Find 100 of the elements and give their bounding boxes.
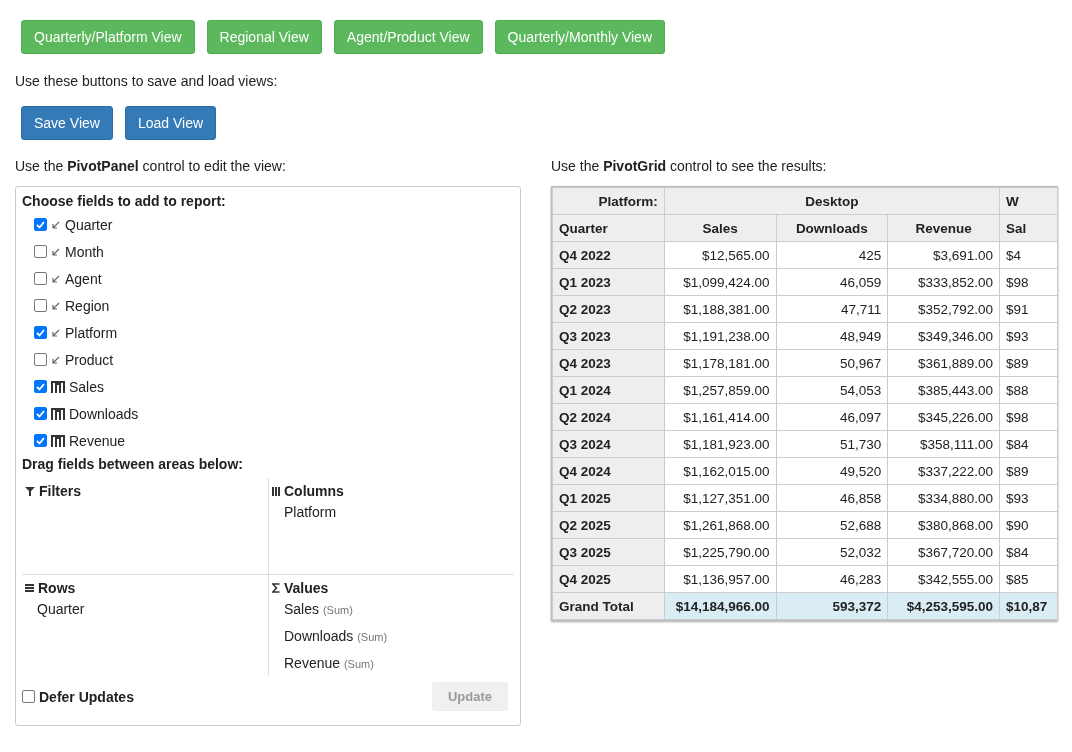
row-header: Q4 2025: [552, 565, 665, 593]
field-label: Sales: [69, 378, 105, 395]
arrow-icon: [51, 246, 61, 257]
table-cell: $358,111.00: [887, 430, 1000, 458]
area-title: Columns: [284, 483, 344, 499]
arrow-icon: [51, 354, 61, 365]
arrow-icon: [51, 273, 61, 284]
table-cell: $4: [999, 241, 1058, 269]
header-cell: Downloads: [776, 214, 888, 242]
table-cell: 52,032: [776, 538, 888, 566]
view-button[interactable]: Quarterly/Monthly View: [494, 20, 665, 54]
table-cell: $337,222.00: [887, 457, 1000, 485]
field-label: Revenue: [69, 432, 126, 449]
table-cell: 46,858: [776, 484, 888, 512]
header-cell: Desktop: [664, 187, 1000, 215]
defer-checkbox[interactable]: [22, 690, 35, 703]
table-cell: $84: [999, 430, 1058, 458]
table-cell: 46,097: [776, 403, 888, 431]
table-cell: $1,191,238.00: [664, 322, 777, 350]
table-cell: $93: [999, 484, 1058, 512]
area-field[interactable]: Downloads (Sum): [272, 624, 511, 651]
table-cell: $352,792.00: [887, 295, 1000, 323]
sigma-icon: [272, 583, 280, 593]
field-checkbox[interactable]: [34, 245, 47, 258]
table-cell: $334,880.00: [887, 484, 1000, 512]
table-cell: $380,868.00: [887, 511, 1000, 539]
view-button[interactable]: Regional View: [206, 20, 322, 54]
table-cell: $1,161,414.00: [664, 403, 777, 431]
table-cell: $1,261,868.00: [664, 511, 777, 539]
area-title: Values: [284, 580, 329, 596]
row-header: Q1 2024: [552, 376, 665, 404]
field-checkbox[interactable]: [34, 272, 47, 285]
row-header: Q2 2023: [552, 295, 665, 323]
area-field[interactable]: Platform: [272, 500, 511, 527]
row-header: Q1 2023: [552, 268, 665, 296]
arrow-icon: [51, 219, 61, 230]
view-button[interactable]: Agent/Product View: [333, 20, 483, 54]
filter-icon: [25, 486, 35, 496]
section-title: Choose fields to add to report:: [22, 192, 227, 211]
field-checkbox[interactable]: [34, 353, 47, 366]
table-cell: $89: [999, 457, 1058, 485]
area-field[interactable]: Quarter: [25, 597, 265, 624]
table-cell: $1,162,015.00: [664, 457, 777, 485]
table-cell: $1,099,424.00: [664, 268, 777, 296]
field-label: Region: [65, 297, 110, 314]
area-field[interactable]: Revenue (Sum): [272, 651, 511, 678]
section-title: Drag fields between areas below:: [22, 455, 244, 474]
area-title: Filters: [39, 483, 81, 499]
total-cell: $14,184,966.00: [664, 592, 777, 620]
table-cell: $367,720.00: [887, 538, 1000, 566]
table-cell: 46,059: [776, 268, 888, 296]
field-label: Month: [65, 243, 104, 260]
field-checkbox[interactable]: [34, 299, 47, 312]
table-cell: $3,691.00: [887, 241, 1000, 269]
instruction-text: Use the PivotGrid control to see the results:: [551, 158, 828, 174]
row-header: Q2 2024: [552, 403, 665, 431]
table-cell: 52,688: [776, 511, 888, 539]
header-cell: Quarter: [552, 214, 665, 242]
view-button[interactable]: Save View: [21, 106, 113, 140]
table-cell: $1,178,181.00: [664, 349, 777, 377]
area-field[interactable]: Sales (Sum): [272, 597, 511, 624]
table-cell: $1,225,790.00: [664, 538, 777, 566]
view-button[interactable]: Quarterly/Platform View: [21, 20, 195, 54]
instruction-text: Use these buttons to save and load views:: [15, 73, 279, 89]
field-checkbox[interactable]: [34, 218, 47, 231]
table-cell: $90: [999, 511, 1058, 539]
row-header: Q2 2025: [552, 511, 665, 539]
table-cell: $1,136,957.00: [664, 565, 777, 593]
table-cell: $361,889.00: [887, 349, 1000, 377]
header-cell: W: [999, 187, 1058, 215]
row-header: Q1 2025: [552, 484, 665, 512]
row-header: Q4 2024: [552, 457, 665, 485]
field-label: Downloads: [69, 405, 139, 422]
checkbox-label: Defer Updates: [39, 688, 134, 705]
rows-icon: [25, 584, 34, 592]
field-label: Agent: [65, 270, 102, 287]
view-button[interactable]: Load View: [124, 106, 217, 140]
table-cell: $98: [999, 268, 1058, 296]
table-cell: 425: [776, 241, 888, 269]
total-cell: $4,253,595.00: [887, 592, 1000, 620]
field-checkbox[interactable]: [34, 326, 47, 339]
header-cell: Platform:: [552, 187, 665, 215]
field-checkbox[interactable]: [34, 380, 47, 393]
arrow-icon: [51, 327, 61, 338]
table-cell: $333,852.00: [887, 268, 1000, 296]
table-cell: $345,226.00: [887, 403, 1000, 431]
table-cell: $84: [999, 538, 1058, 566]
field-label: Quarter: [65, 216, 113, 233]
bar-chart-icon: [51, 407, 65, 420]
row-header: Q3 2024: [552, 430, 665, 458]
row-header: Q4 2023: [552, 349, 665, 377]
table-cell: 47,711: [776, 295, 888, 323]
field-checkbox[interactable]: [34, 434, 47, 447]
field-label: Product: [65, 351, 114, 368]
table-cell: 48,949: [776, 322, 888, 350]
field-label: Platform: [65, 324, 118, 341]
table-cell: $385,443.00: [887, 376, 1000, 404]
table-cell: $342,555.00: [887, 565, 1000, 593]
field-checkbox[interactable]: [34, 407, 47, 420]
table-cell: 46,283: [776, 565, 888, 593]
